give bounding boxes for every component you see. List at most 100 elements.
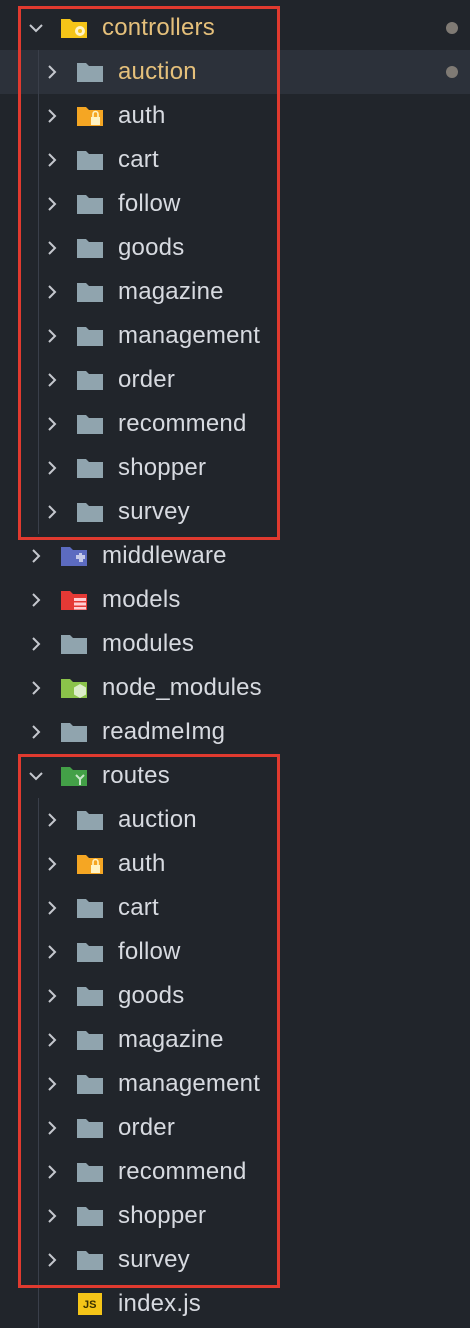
folder-icon (76, 236, 106, 260)
chevron-right-icon[interactable] (46, 64, 58, 79)
chevron-right-icon[interactable] (46, 944, 58, 959)
folder-controller-icon (60, 16, 90, 40)
chevron-right-icon[interactable] (46, 1208, 58, 1223)
tree-item-routes-shopper[interactable]: shopper (0, 1194, 470, 1238)
chevron-right-icon[interactable] (46, 328, 58, 343)
folder-icon (76, 940, 106, 964)
chevron-right-icon[interactable] (46, 460, 58, 475)
tree-item-label: follow (118, 938, 181, 965)
tree-item-label: middleware (102, 542, 227, 569)
folder-database-icon (60, 588, 90, 612)
tree-item-controllers-auth[interactable]: auth (0, 94, 470, 138)
tree-item-node-modules[interactable]: node_modules (0, 666, 470, 710)
chevron-right-icon[interactable] (46, 416, 58, 431)
tree-item-modules[interactable]: modules (0, 622, 470, 666)
tree-item-label: node_modules (102, 674, 262, 701)
folder-icon (76, 456, 106, 480)
folder-lock-icon (76, 852, 106, 876)
folder-icon (76, 412, 106, 436)
chevron-down-icon[interactable] (28, 22, 43, 34)
tree-item-controllers-order[interactable]: order (0, 358, 470, 402)
tree-item-readmeimg[interactable]: readmeImg (0, 710, 470, 754)
chevron-right-icon[interactable] (30, 636, 42, 651)
chevron-right-icon[interactable] (46, 152, 58, 167)
chevron-right-icon[interactable] (46, 240, 58, 255)
chevron-right-icon[interactable] (46, 1032, 58, 1047)
tree-item-routes-order[interactable]: order (0, 1106, 470, 1150)
chevron-right-icon[interactable] (46, 900, 58, 915)
modified-dot (446, 22, 458, 34)
chevron-right-icon[interactable] (46, 284, 58, 299)
tree-item-controllers[interactable]: controllers (0, 6, 470, 50)
tree-item-controllers-management[interactable]: management (0, 314, 470, 358)
tree-item-controllers-survey[interactable]: survey (0, 490, 470, 534)
folder-icon (76, 896, 106, 920)
chevron-right-icon[interactable] (46, 856, 58, 871)
tree-item-label: models (102, 586, 181, 613)
tree-item-routes-management[interactable]: management (0, 1062, 470, 1106)
chevron-right-icon[interactable] (46, 1120, 58, 1135)
tree-item-label: goods (118, 982, 185, 1009)
chevron-right-icon[interactable] (46, 812, 58, 827)
tree-item-label: recommend (118, 1158, 247, 1185)
folder-icon (60, 632, 90, 656)
tree-item-label: survey (118, 1246, 190, 1273)
tree-item-label: index.js (118, 1290, 201, 1317)
tree-item-controllers-follow[interactable]: follow (0, 182, 470, 226)
tree-item-label: controllers (102, 14, 215, 41)
folder-node-icon (60, 676, 90, 700)
chevron-right-icon[interactable] (46, 196, 58, 211)
tree-item-routes-recommend[interactable]: recommend (0, 1150, 470, 1194)
tree-item-routes-follow[interactable]: follow (0, 930, 470, 974)
folder-icon (76, 1116, 106, 1140)
tree-item-label: order (118, 366, 176, 393)
tree-item-controllers-shopper[interactable]: shopper (0, 446, 470, 490)
tree-item-middleware[interactable]: middleware (0, 534, 470, 578)
chevron-down-icon[interactable] (28, 770, 43, 782)
folder-icon (76, 192, 106, 216)
chevron-right-icon[interactable] (30, 724, 42, 739)
folder-routes-icon (60, 764, 90, 788)
file-explorer-tree: controllers auction auth cart follow goo… (0, 6, 470, 1326)
tree-item-label: management (118, 322, 261, 349)
indent-guide (38, 798, 39, 1328)
js-badge-text: JS (83, 1299, 97, 1311)
tree-item-routes-auction[interactable]: auction (0, 798, 470, 842)
tree-item-label: auction (118, 58, 197, 85)
chevron-right-icon[interactable] (46, 1164, 58, 1179)
tree-item-controllers-auction[interactable]: auction (0, 50, 470, 94)
chevron-right-icon[interactable] (30, 592, 42, 607)
tree-item-label: auth (118, 102, 166, 129)
tree-item-routes[interactable]: routes (0, 754, 470, 798)
chevron-right-icon[interactable] (46, 1076, 58, 1091)
tree-item-routes-goods[interactable]: goods (0, 974, 470, 1018)
indent-guide (38, 50, 39, 534)
folder-icon (76, 500, 106, 524)
tree-item-label: magazine (118, 1026, 224, 1053)
tree-item-controllers-cart[interactable]: cart (0, 138, 470, 182)
tree-item-models[interactable]: models (0, 578, 470, 622)
chevron-right-icon[interactable] (46, 1252, 58, 1267)
tree-item-label: shopper (118, 454, 207, 481)
folder-icon (76, 368, 106, 392)
chevron-right-icon[interactable] (46, 504, 58, 519)
chevron-right-icon[interactable] (46, 108, 58, 123)
folder-icon (76, 148, 106, 172)
tree-item-label: modules (102, 630, 195, 657)
folder-icon (76, 1160, 106, 1184)
chevron-right-icon[interactable] (46, 988, 58, 1003)
tree-item-routes-auth[interactable]: auth (0, 842, 470, 886)
tree-item-routes-cart[interactable]: cart (0, 886, 470, 930)
tree-item-controllers-goods[interactable]: goods (0, 226, 470, 270)
chevron-right-icon[interactable] (46, 372, 58, 387)
folder-lock-icon (76, 104, 106, 128)
tree-item-routes-magazine[interactable]: magazine (0, 1018, 470, 1062)
tree-item-routes-survey[interactable]: survey (0, 1238, 470, 1282)
tree-item-index-js[interactable]: JS index.js (0, 1282, 470, 1326)
folder-icon (76, 1204, 106, 1228)
folder-icon (76, 1072, 106, 1096)
chevron-right-icon[interactable] (30, 548, 42, 563)
tree-item-controllers-magazine[interactable]: magazine (0, 270, 470, 314)
chevron-right-icon[interactable] (30, 680, 42, 695)
tree-item-controllers-recommend[interactable]: recommend (0, 402, 470, 446)
